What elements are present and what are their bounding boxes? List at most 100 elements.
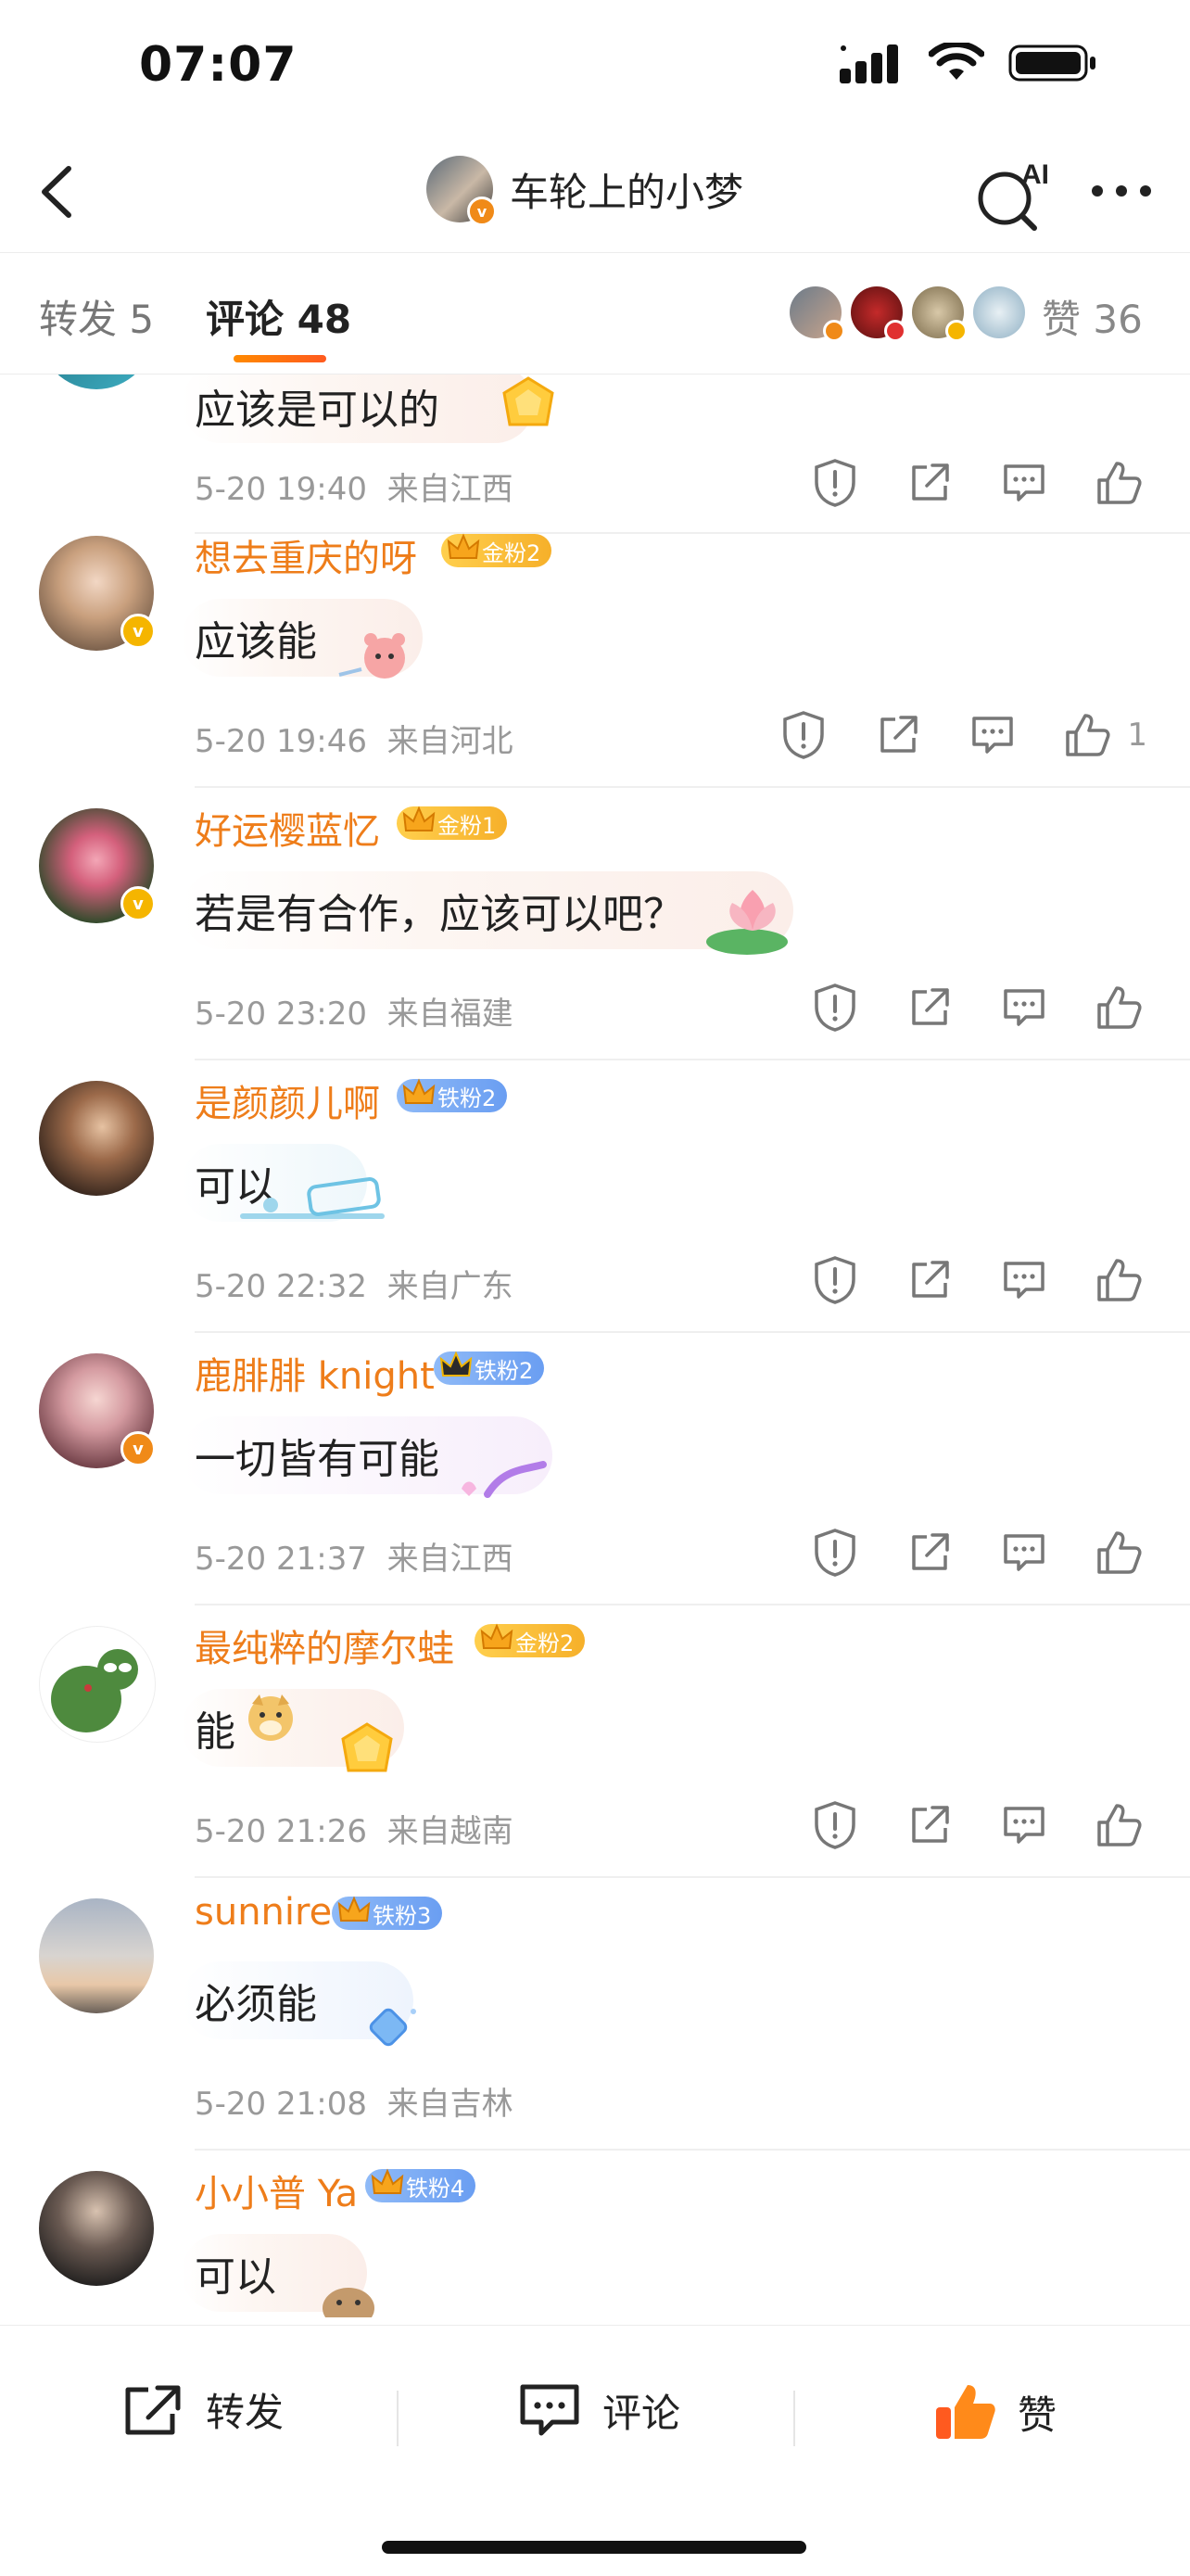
liker-avatar[interactable]	[790, 286, 845, 342]
fan-badge: 金粉1	[397, 806, 508, 840]
reply-button[interactable]	[995, 1251, 1053, 1309]
commenter-name[interactable]: sunnire	[195, 1891, 332, 1934]
fan-badge-label: 铁粉4	[406, 2175, 465, 2202]
comment-text: 必须能	[195, 1981, 317, 2028]
reply-button[interactable]	[995, 454, 1053, 512]
commenter-avatar[interactable]	[39, 1081, 154, 1196]
tab-comments[interactable]: 评论 48	[206, 288, 351, 345]
comment-item: 小小普 Ya 铁粉4 可以	[0, 2168, 1190, 2317]
share-button[interactable]	[901, 454, 958, 512]
fan-badge-label: 金粉1	[437, 812, 497, 839]
tab-repost[interactable]: 转发 5	[39, 288, 154, 345]
crown-icon	[371, 2168, 404, 2194]
liker-avatar[interactable]	[912, 286, 968, 342]
commenter-avatar[interactable]: v	[39, 536, 156, 651]
share-button[interactable]	[901, 979, 958, 1036]
tab-likes[interactable]: 赞 36	[1042, 288, 1143, 345]
commenter-avatar[interactable]	[39, 1898, 154, 2013]
bottom-comment-button[interactable]: 评论	[517, 2381, 680, 2439]
doge-emoji-icon	[248, 1694, 293, 1741]
comment-meta: 5-20 22:32 来自广东	[195, 1261, 513, 1306]
shield-alert-icon	[815, 1256, 855, 1304]
divider	[195, 1331, 1190, 1333]
commenter-avatar[interactable]: v	[39, 1353, 156, 1468]
shield-alert-icon	[783, 711, 825, 759]
more-button[interactable]	[1084, 172, 1158, 209]
commenter-name[interactable]: 小小普 Ya	[195, 2164, 358, 2217]
share-button[interactable]	[901, 1251, 958, 1309]
reply-button[interactable]	[964, 706, 1021, 764]
reply-button[interactable]	[995, 979, 1053, 1036]
share-icon	[912, 1533, 949, 1570]
author-name[interactable]: 车轮上的小梦	[510, 161, 743, 218]
report-button[interactable]	[806, 1524, 864, 1581]
commenter-avatar[interactable]	[39, 373, 154, 389]
comment-item: v 鹿腓腓 knight 铁粉2 一切皆有可能 5-20 21:37 来自江西	[0, 1351, 1190, 1624]
divider	[793, 2391, 795, 2446]
crown-icon	[337, 1896, 371, 1922]
like-button[interactable]	[1090, 979, 1147, 1036]
commenter-name[interactable]: 最纯粹的摩尔蛙	[195, 1618, 454, 1672]
liker-avatar[interactable]	[973, 286, 1025, 338]
comment-icon	[972, 717, 1014, 754]
report-button[interactable]	[806, 979, 864, 1036]
reply-button[interactable]	[995, 1524, 1053, 1581]
like-button[interactable]	[1090, 1524, 1147, 1581]
comment-time: 5-20 21:08	[195, 2086, 367, 2123]
comment-text: 能	[195, 1708, 235, 1756]
ai-search-button[interactable]: AI	[973, 158, 1057, 232]
commenter-name[interactable]: 想去重庆的呀	[195, 528, 417, 582]
report-button[interactable]	[775, 706, 832, 764]
like-button[interactable]	[1090, 1251, 1147, 1309]
commenter-name[interactable]: 鹿腓腓 knight	[195, 1346, 435, 1400]
comment-meta: 5-20 21:37 来自江西	[195, 1533, 513, 1579]
report-button[interactable]	[806, 1251, 864, 1309]
verified-icon	[823, 320, 845, 342]
bottom-action-bar: 转发 评论 赞	[0, 2325, 1190, 2576]
divider	[195, 786, 1190, 788]
comment-item: 最纯粹的摩尔蛙 金粉2 能 5-20 21:26 来自越南	[0, 1623, 1190, 1897]
comment-icon	[1004, 989, 1044, 1026]
thumbs-up-icon	[1097, 1531, 1142, 1574]
report-button[interactable]	[806, 1796, 864, 1854]
fan-badge-label: 金粉2	[515, 1630, 575, 1656]
comment-time: 5-20 19:46	[195, 723, 367, 760]
post-author[interactable]: v 车轮上的小梦	[426, 156, 743, 226]
bottom-like-button[interactable]: 赞	[932, 2381, 1057, 2443]
comment-location: 来自越南	[386, 1813, 513, 1850]
comment-list[interactable]: 应该是可以的 5-20 19:40 来自江西 v 想去重庆的呀 金粉2 应该能 …	[0, 373, 1190, 2317]
liker-avatars[interactable]	[790, 286, 1025, 342]
like-button[interactable]	[1090, 1796, 1147, 1854]
divider	[195, 2149, 1190, 2151]
share-icon	[912, 988, 949, 1025]
thumbs-up-icon	[1097, 1259, 1142, 1301]
commenter-name[interactable]: 好运樱蓝忆	[195, 801, 380, 855]
commenter-avatar[interactable]	[39, 1626, 156, 1743]
back-button[interactable]	[26, 159, 91, 224]
share-button[interactable]	[869, 706, 927, 764]
comment-text: 应该能	[195, 618, 317, 666]
commenter-name[interactable]: 是颜颜儿啊	[195, 1073, 380, 1127]
commenter-avatar[interactable]: v	[39, 808, 156, 923]
reply-button[interactable]	[995, 1796, 1053, 1854]
divider	[195, 1059, 1190, 1060]
share-button[interactable]	[901, 1524, 958, 1581]
yyds-sticker-icon	[462, 1461, 547, 1498]
bottom-repost-button[interactable]: 转发	[120, 2381, 284, 2438]
like-button[interactable]	[1090, 454, 1147, 512]
author-avatar[interactable]: v	[426, 156, 497, 226]
thumbs-up-icon	[1097, 986, 1142, 1029]
verified-icon: v	[120, 614, 156, 649]
liker-avatar[interactable]	[851, 286, 906, 342]
commenter-avatar[interactable]	[39, 2171, 154, 2286]
share-button[interactable]	[901, 1796, 958, 1854]
fan-badge: 铁粉2	[434, 1351, 545, 1385]
report-button[interactable]	[806, 454, 864, 512]
like-button[interactable]	[1058, 706, 1116, 764]
frog-avatar-icon	[51, 1649, 138, 1732]
divider	[397, 2391, 399, 2446]
thumbs-up-icon	[1097, 462, 1142, 504]
comment-text: 可以	[195, 2253, 276, 2301]
nav-bar: v 车轮上的小梦 AI	[0, 139, 1190, 250]
comment-time: 5-20 21:26	[195, 1813, 367, 1850]
